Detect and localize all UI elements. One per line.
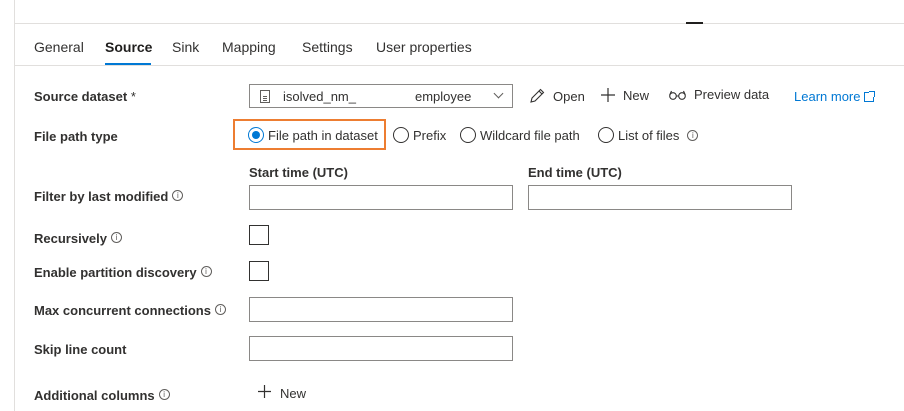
filter-last-modified-label: Filter by last modified i <box>34 189 184 204</box>
radio-label: File path in dataset <box>268 127 378 143</box>
info-icon[interactable]: i <box>687 129 699 141</box>
source-dataset-label: Source dataset * <box>34 89 136 104</box>
source-dataset-dropdown[interactable]: isolved_nm_ employee <box>249 84 513 108</box>
open-label: Open <box>553 88 585 104</box>
radio-unselected-icon <box>460 127 476 143</box>
additional-columns-text: Additional columns <box>34 388 155 403</box>
new-label: New <box>623 87 650 103</box>
add-column-label: New <box>280 385 307 401</box>
learn-more-label: Learn more <box>794 89 861 104</box>
info-icon[interactable]: i <box>172 190 184 201</box>
dataset-name-part1: isolved_nm_ <box>283 89 356 104</box>
radio-wildcard-file-path[interactable]: Wildcard file path <box>460 127 580 143</box>
end-time-label: End time (UTC) <box>528 165 622 180</box>
tab-sink[interactable]: Sink <box>172 39 199 55</box>
radio-unselected-icon <box>393 127 409 143</box>
top-panel-strip <box>14 0 904 24</box>
new-dataset-button[interactable]: New <box>600 87 649 103</box>
partition-discovery-checkbox[interactable] <box>249 261 269 281</box>
recursively-checkbox[interactable] <box>249 225 269 245</box>
panel-left-border <box>14 24 15 411</box>
radio-prefix[interactable]: Prefix <box>393 127 446 143</box>
partition-discovery-text: Enable partition discovery <box>34 265 197 280</box>
tab-bar: General Source Sink Mapping Settings Use… <box>14 24 904 66</box>
radio-label: List of files <box>618 127 680 143</box>
tab-mapping[interactable]: Mapping <box>222 39 276 55</box>
start-time-input[interactable] <box>249 185 513 210</box>
skip-line-count-label: Skip line count <box>34 342 127 357</box>
source-dataset-label-text: Source dataset <box>34 89 128 104</box>
info-icon[interactable]: i <box>214 304 226 315</box>
recursively-text: Recursively <box>34 231 107 246</box>
open-dataset-button[interactable]: Open <box>528 87 585 105</box>
info-icon[interactable]: i <box>200 266 212 277</box>
radio-label: Prefix <box>413 127 447 143</box>
add-column-button[interactable]: New <box>257 384 306 402</box>
max-connections-text: Max concurrent connections <box>34 303 211 318</box>
glasses-icon <box>668 88 687 102</box>
active-tab-indicator <box>105 63 151 65</box>
chevron-down-icon <box>493 88 504 99</box>
file-icon <box>260 90 270 103</box>
radio-selected-icon <box>248 127 264 143</box>
required-asterisk: * <box>130 89 136 104</box>
info-icon[interactable]: i <box>158 389 170 400</box>
tab-source[interactable]: Source <box>105 39 152 55</box>
additional-columns-label: Additional columns i <box>34 388 170 403</box>
start-time-label: Start time (UTC) <box>249 165 348 180</box>
max-connections-label: Max concurrent connections i <box>34 303 226 318</box>
radio-label: Wildcard file path <box>480 127 580 143</box>
preview-data-button[interactable]: Preview data <box>668 87 769 102</box>
external-link-icon <box>864 91 876 102</box>
recursively-label: Recursively i <box>34 231 122 246</box>
end-time-input[interactable] <box>528 185 792 210</box>
pencil-icon <box>528 87 546 105</box>
preview-data-label: Preview data <box>694 87 770 102</box>
dataset-name-part2: employee <box>415 89 472 104</box>
tab-user-properties[interactable]: User properties <box>376 39 472 55</box>
plus-icon <box>600 87 616 103</box>
learn-more-link[interactable]: Learn more <box>794 89 876 104</box>
tab-general[interactable]: General <box>34 39 84 55</box>
partition-discovery-label: Enable partition discovery i <box>34 265 212 280</box>
max-connections-input[interactable] <box>249 297 513 322</box>
plus-icon <box>257 384 272 402</box>
radio-file-path-in-dataset[interactable]: File path in dataset <box>248 127 378 143</box>
skip-line-count-input[interactable] <box>249 336 513 361</box>
radio-unselected-icon <box>598 127 614 143</box>
radio-list-of-files[interactable]: List of files i <box>598 127 699 143</box>
file-path-type-label: File path type <box>34 129 118 144</box>
info-icon[interactable]: i <box>111 232 122 243</box>
filter-last-modified-text: Filter by last modified <box>34 189 169 204</box>
tab-settings[interactable]: Settings <box>302 39 353 55</box>
